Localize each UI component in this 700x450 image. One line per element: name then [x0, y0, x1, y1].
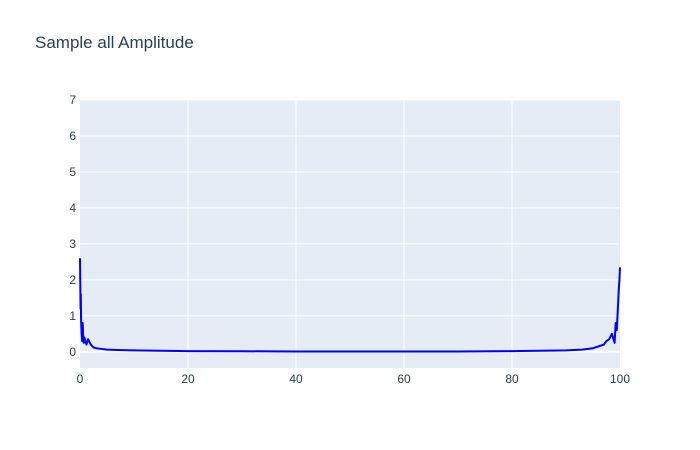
y-tick-label: 1: [69, 309, 76, 323]
chart-svg: 0 20 40 60 80 100 0 1 2 3 4 5 6 7: [69, 93, 630, 386]
y-tick-label: 3: [69, 237, 76, 251]
y-tick-label: 4: [69, 201, 76, 215]
x-tick-label: 40: [289, 372, 303, 386]
y-tick-label: 5: [69, 165, 76, 179]
y-tick-label: 7: [69, 93, 76, 107]
x-tick-label: 100: [610, 372, 630, 386]
chart-root: Sample all Amplitude 0 20 40 60 80 100 0 1 2 3 4 5 6…: [0, 0, 700, 450]
y-tick-label: 0: [69, 345, 76, 359]
y-tick-label: 2: [69, 273, 76, 287]
x-tick-label: 80: [505, 372, 519, 386]
x-tick-label: 0: [77, 372, 84, 386]
x-tick-label: 20: [181, 372, 195, 386]
x-tick-label: 60: [397, 372, 411, 386]
plot-area: [80, 100, 620, 368]
y-tick-label: 6: [69, 129, 76, 143]
